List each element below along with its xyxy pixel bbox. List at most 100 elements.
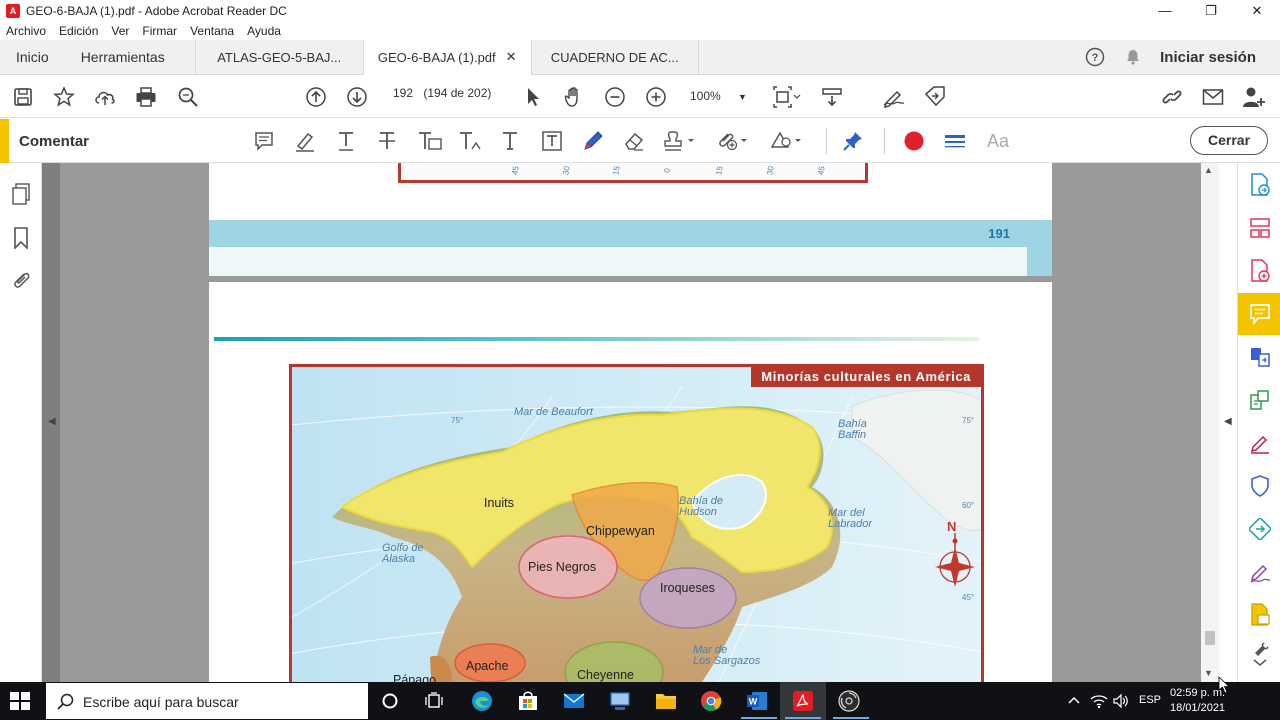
scroll-down-icon[interactable]: ▼: [1204, 668, 1213, 678]
fill-sign-icon[interactable]: [1248, 431, 1272, 455]
add-user-icon[interactable]: [1242, 85, 1266, 109]
scroll-thumb[interactable]: [1205, 631, 1215, 645]
export-pdf-icon[interactable]: [1248, 173, 1272, 197]
edit-pdf-icon[interactable]: [1248, 388, 1272, 412]
hand-tool-icon[interactable]: [562, 85, 586, 109]
sign-in-link[interactable]: Iniciar sesión: [1160, 49, 1256, 66]
scroll-mode-icon[interactable]: [820, 85, 844, 109]
bookmark-star-icon[interactable]: [52, 85, 76, 109]
sticky-note-icon[interactable]: [252, 129, 276, 153]
search-zoom-icon[interactable]: [176, 85, 200, 109]
draw-pencil-icon[interactable]: [581, 129, 605, 153]
insert-text-icon[interactable]: [457, 129, 485, 153]
volume-icon[interactable]: [1112, 693, 1130, 720]
fit-page-icon[interactable]: [770, 85, 802, 109]
taskbar-search-box[interactable]: Escribe aquí para buscar: [46, 683, 368, 719]
zoom-out-icon[interactable]: [603, 85, 627, 109]
strikethrough-icon[interactable]: [375, 129, 399, 153]
menu-archivo[interactable]: Archivo: [6, 24, 46, 38]
menu-ventana[interactable]: Ventana: [190, 24, 234, 38]
line-thickness-icon[interactable]: [943, 129, 967, 153]
close-comment-button[interactable]: Cerrar: [1190, 126, 1268, 155]
taskbar-clock[interactable]: 02:59 p. m. 18/01/2021: [1170, 686, 1225, 716]
document-viewer[interactable]: ◀ 45 30 15 0 15 30 45 191 Minorías cultu…: [42, 163, 1219, 682]
save-icon[interactable]: [11, 85, 35, 109]
remote-desktop-icon[interactable]: [609, 690, 631, 712]
edge-browser-icon[interactable]: [471, 690, 493, 712]
cloud-upload-icon[interactable]: [93, 85, 117, 109]
notifications-bell-icon[interactable]: [1122, 46, 1144, 68]
eraser-icon[interactable]: [622, 129, 646, 153]
cortana-icon[interactable]: [379, 690, 401, 712]
text-box-icon[interactable]: [540, 129, 564, 153]
zoom-in-icon[interactable]: [644, 85, 668, 109]
more-tools-wrench-icon[interactable]: [1248, 642, 1272, 667]
document-tab-active[interactable]: GEO-6-BAJA (1).pdf ✕: [362, 40, 531, 75]
language-indicator[interactable]: ESP: [1139, 694, 1161, 720]
chrome-browser-icon[interactable]: [700, 690, 722, 712]
request-signature-icon[interactable]: [1248, 560, 1272, 584]
menu-bar: Archivo Edición Ver Firmar Ventana Ayuda: [0, 22, 1280, 40]
sign-pen-icon[interactable]: [882, 85, 906, 109]
text-size-icon[interactable]: Aa: [984, 129, 1012, 153]
attachments-paperclip-icon[interactable]: [10, 269, 32, 291]
next-page-icon[interactable]: [345, 85, 369, 109]
minimize-button[interactable]: —: [1142, 0, 1188, 22]
file-explorer-icon[interactable]: [655, 690, 677, 712]
right-tools-pane: [1237, 163, 1280, 682]
previous-page-icon[interactable]: [304, 85, 328, 109]
vertical-scrollbar[interactable]: ▲ ▼: [1201, 163, 1219, 682]
page-thumbnails-icon[interactable]: [10, 183, 32, 205]
create-pdf-icon[interactable]: [1248, 259, 1272, 283]
menu-edicion[interactable]: Edición: [59, 24, 98, 38]
tab-herramientas[interactable]: Herramientas: [65, 40, 195, 74]
shapes-icon[interactable]: [770, 129, 804, 153]
highlight-pen-icon[interactable]: [293, 129, 317, 153]
stamp-icon[interactable]: [663, 129, 697, 153]
organize-pages-icon[interactable]: [1248, 216, 1272, 240]
add-text-icon[interactable]: [498, 129, 522, 153]
collapse-left-pane-icon[interactable]: ◀: [48, 416, 56, 427]
attach-file-icon[interactable]: [716, 129, 750, 153]
mail-icon[interactable]: [563, 690, 585, 712]
help-icon[interactable]: ?: [1084, 46, 1106, 68]
wifi-icon[interactable]: [1090, 693, 1108, 720]
menu-ayuda[interactable]: Ayuda: [247, 24, 281, 38]
close-tab-icon[interactable]: ✕: [506, 49, 517, 65]
zoom-select[interactable]: 100% ▼: [690, 89, 747, 103]
maximize-button[interactable]: ❐: [1188, 0, 1234, 22]
email-icon[interactable]: [1201, 85, 1225, 109]
share-tag-icon[interactable]: [923, 85, 947, 109]
document-tab[interactable]: CUADERNO DE AC...: [530, 40, 699, 74]
map-minorias-culturales: Minorías culturales en América Mar de Be…: [289, 364, 984, 682]
underline-text-icon[interactable]: [334, 129, 358, 153]
pin-icon[interactable]: [841, 129, 865, 153]
comment-tool-icon[interactable]: [1248, 302, 1272, 326]
send-for-review-icon[interactable]: [1248, 517, 1272, 541]
group-label-apache: Apache: [466, 659, 509, 673]
document-tab[interactable]: ATLAS-GEO-5-BAJ...: [194, 40, 363, 74]
menu-firmar[interactable]: Firmar: [142, 24, 177, 38]
close-window-button[interactable]: ✕: [1234, 0, 1280, 22]
acrobat-reader-icon[interactable]: [792, 690, 814, 712]
word-icon[interactable]: W: [746, 690, 768, 712]
menu-ver[interactable]: Ver: [111, 24, 129, 38]
obs-recorder-icon[interactable]: [838, 690, 860, 712]
windows-start-icon[interactable]: [10, 692, 30, 710]
replace-text-icon[interactable]: [416, 129, 444, 153]
show-hidden-icons-chevron-icon[interactable]: [1067, 694, 1081, 720]
stamp-tool-icon[interactable]: [1248, 603, 1272, 627]
microsoft-store-icon[interactable]: [517, 690, 539, 712]
bookmarks-icon[interactable]: [10, 227, 32, 249]
combine-files-icon[interactable]: [1248, 345, 1272, 369]
protect-shield-icon[interactable]: [1248, 474, 1272, 498]
scroll-up-icon[interactable]: ▲: [1204, 165, 1213, 175]
link-icon[interactable]: [1160, 85, 1184, 109]
collapse-right-pane-icon[interactable]: ◀: [1224, 416, 1232, 427]
select-cursor-icon[interactable]: [521, 85, 545, 109]
print-icon[interactable]: [134, 85, 158, 109]
page-number-input[interactable]: 192: [386, 86, 420, 100]
color-picker-icon[interactable]: [902, 129, 926, 153]
task-view-icon[interactable]: [424, 690, 446, 712]
tab-inicio[interactable]: Inicio: [0, 40, 65, 74]
